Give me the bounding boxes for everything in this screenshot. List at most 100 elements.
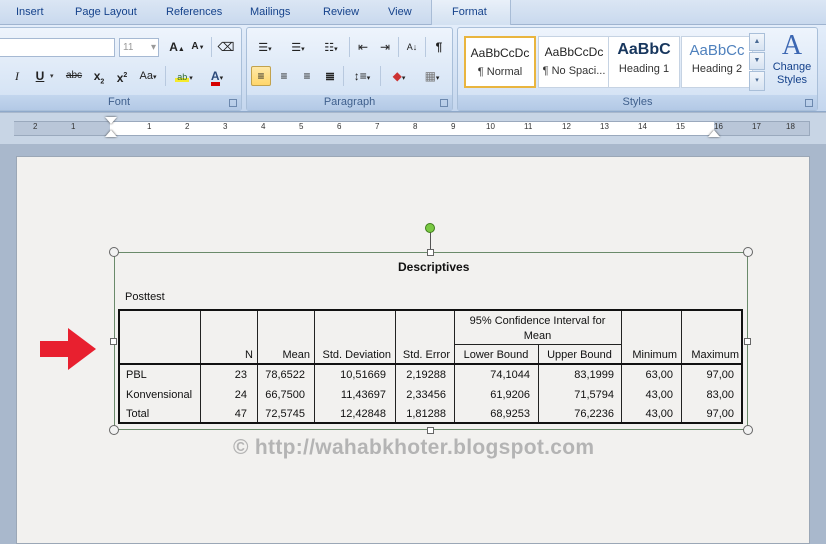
shrink-font-icon: A	[191, 41, 199, 52]
column-header: Lower Bound	[463, 349, 529, 361]
align-center-button[interactable]: ≡	[274, 66, 294, 86]
divider	[211, 37, 212, 57]
ci-header-line-1: 95% Confidence Interval for	[469, 315, 606, 327]
table-cell: 2,19288	[406, 369, 446, 381]
styles-group: AaBbCcDc ¶ Normal AaBbCcDc ¶ No Spaci... A…	[457, 27, 818, 111]
tab-review[interactable]: Review	[323, 6, 359, 18]
table-cell: 72,5745	[265, 408, 305, 420]
bullets-button[interactable]: ☰▾	[250, 37, 280, 57]
tab-format[interactable]: Format	[452, 6, 487, 18]
underline-button[interactable]: U	[31, 66, 49, 86]
styles-dialog-launcher-icon[interactable]	[805, 99, 813, 107]
tab-insert[interactable]: Insert	[16, 6, 44, 18]
font-size-combo[interactable]: 11 ▾	[119, 38, 159, 57]
line-spacing-button[interactable]: ↕≡▾	[347, 66, 377, 86]
table-cell: 61,9206	[490, 389, 530, 401]
tab-view[interactable]: View	[388, 6, 412, 18]
ruler-number: 8	[413, 122, 418, 131]
column-header: N	[245, 349, 253, 361]
shading-button[interactable]: ◆▾	[384, 66, 414, 86]
clear-formatting-button[interactable]: ⌫	[215, 37, 237, 57]
style-normal[interactable]: AaBbCcDc ¶ Normal	[464, 36, 536, 88]
increase-indent-button[interactable]: ⇥	[375, 37, 395, 57]
change-case-button[interactable]: Aa▾	[135, 66, 161, 86]
ruler-number: 6	[337, 122, 342, 131]
divider	[349, 37, 350, 57]
table-cell: 97,00	[706, 408, 734, 420]
row-label: PBL	[126, 369, 147, 381]
resize-handle-top[interactable]	[427, 249, 434, 256]
italic-button[interactable]: I	[9, 66, 25, 86]
table-cell: 66,7500	[265, 389, 305, 401]
resize-handle-left[interactable]	[110, 338, 117, 345]
rotate-handle[interactable]	[425, 223, 435, 233]
grow-font-button[interactable]: A▲	[167, 37, 187, 57]
styles-scroll-up-button[interactable]: ▲	[749, 33, 765, 51]
font-name-combo[interactable]	[0, 38, 115, 57]
divider	[398, 37, 399, 57]
line-spacing-icon: ↕≡	[353, 69, 367, 83]
ruler-number: 1	[71, 122, 76, 131]
resize-handle-bottom-right[interactable]	[743, 425, 753, 435]
style-sample: AaBbCcDc	[470, 46, 530, 60]
font-dialog-launcher-icon[interactable]	[229, 99, 237, 107]
ruler-strip[interactable]	[14, 121, 810, 136]
first-line-indent-marker[interactable]	[105, 117, 117, 124]
underline-dropdown-icon[interactable]: ▾	[50, 72, 54, 80]
divider	[165, 66, 166, 86]
ruler-number: 17	[752, 122, 761, 131]
decrease-indent-button[interactable]: ⇤	[353, 37, 373, 57]
subscript-button[interactable]: x2	[89, 66, 109, 86]
numbering-button[interactable]: ☰▾	[283, 37, 313, 57]
resize-handle-top-right[interactable]	[743, 247, 753, 257]
numbering-icon: ☰	[291, 42, 302, 54]
styles-more-button[interactable]: ▾	[749, 71, 765, 91]
table-cell: 83,1999	[574, 369, 614, 381]
ribbon: 11 ▾ A▲ A▼ ⌫ I U ▾ abc x2 x2 Aa▾ ab ▾ A▾ F…	[0, 25, 826, 112]
style-heading-1[interactable]: AaBbC Heading 1	[608, 36, 680, 88]
show-formatting-button[interactable]: ¶	[429, 37, 449, 57]
superscript-button[interactable]: x2	[112, 66, 132, 86]
chevron-up-icon: ▲	[753, 38, 761, 45]
strikethrough-button[interactable]: abc	[61, 66, 87, 86]
justify-button[interactable]: ≣	[320, 66, 340, 86]
resize-handle-bottom[interactable]	[427, 427, 434, 434]
decrease-indent-icon: ⇤	[357, 40, 369, 54]
align-left-button[interactable]: ≡	[251, 66, 271, 86]
shrink-font-button[interactable]: A▼	[188, 37, 208, 57]
style-name: ¶ Normal	[477, 66, 523, 78]
styles-scroll-down-button[interactable]: ▼	[749, 52, 765, 70]
paragraph-dialog-launcher-icon[interactable]	[440, 99, 448, 107]
row-label: Konvensional	[126, 389, 193, 401]
resize-handle-bottom-left[interactable]	[109, 425, 119, 435]
column-divider	[395, 311, 396, 422]
resize-handle-right[interactable]	[744, 338, 751, 345]
table-cell: 76,2236	[574, 408, 614, 420]
tab-page-layout[interactable]: Page Layout	[75, 6, 137, 18]
column-header: Upper Bound	[547, 349, 612, 361]
divider	[425, 37, 426, 57]
tab-mailings[interactable]: Mailings	[250, 6, 290, 18]
hanging-indent-marker[interactable]	[105, 130, 117, 137]
align-left-icon: ≡	[257, 69, 265, 83]
style-heading-2[interactable]: AaBbCc Heading 2	[681, 36, 753, 88]
ruler-number: 9	[451, 122, 456, 131]
column-divider	[681, 311, 682, 422]
tab-references[interactable]: References	[166, 6, 222, 18]
change-styles-button[interactable]: A Change Styles	[768, 30, 816, 94]
borders-button[interactable]: ▦▾	[417, 66, 447, 86]
resize-handle-top-left[interactable]	[109, 247, 119, 257]
sort-button[interactable]: A↓	[402, 37, 422, 57]
table-cell: 97,00	[706, 369, 734, 381]
ruler-number: 12	[562, 122, 571, 131]
align-right-button[interactable]: ≡	[297, 66, 317, 86]
font-color-button[interactable]: A▾	[202, 66, 232, 86]
table-subtitle: Posttest	[125, 291, 165, 303]
style-name: Heading 1	[618, 63, 670, 75]
right-indent-marker[interactable]	[708, 130, 720, 137]
highlight-button[interactable]: ab ▾	[169, 66, 199, 86]
style-no-spacing[interactable]: AaBbCcDc ¶ No Spaci...	[538, 36, 610, 88]
highlighter-icon: ab	[175, 68, 190, 82]
table-cell: 1,81288	[406, 408, 446, 420]
multilevel-list-button[interactable]: ☷▾	[316, 37, 346, 57]
